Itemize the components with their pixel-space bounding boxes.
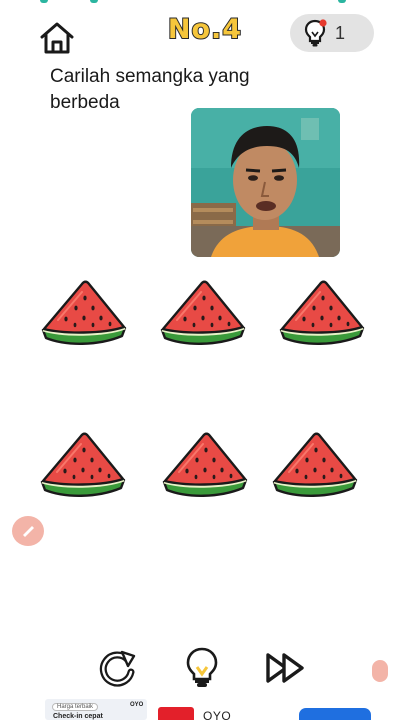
watermelon-icon <box>37 428 129 500</box>
watermelon-icon <box>276 276 368 348</box>
status-bar-remnant <box>0 0 405 4</box>
lightbulb-icon <box>304 19 327 47</box>
watermelon-icon <box>159 428 251 500</box>
watermelon-slice-3[interactable] <box>276 276 368 348</box>
lightbulb-icon <box>186 647 218 687</box>
ad-badge: Harga terbaik <box>52 703 99 711</box>
level-title: No.4 <box>167 13 243 46</box>
home-button[interactable] <box>38 20 76 56</box>
watermelon-icon <box>157 276 249 348</box>
hint-count: 1 <box>335 23 346 43</box>
ad-card-brand: OYO <box>130 702 144 708</box>
floating-side-bubble[interactable] <box>372 660 388 682</box>
restart-icon <box>99 650 136 687</box>
ad-logo <box>158 707 194 720</box>
pencil-icon <box>23 526 34 537</box>
webcam-overlay <box>191 108 340 257</box>
hint-button[interactable] <box>181 646 223 690</box>
question-line-1: Carilah semangka yang <box>50 66 250 87</box>
watermelon-icon <box>38 276 130 348</box>
floating-edit-bubble[interactable] <box>12 516 44 546</box>
hint-counter-button[interactable]: 1 <box>290 14 374 52</box>
watermelon-slice-6[interactable] <box>269 428 361 500</box>
ad-brand-name: OYO <box>203 709 232 720</box>
webcam-person-image <box>191 108 340 257</box>
watermelon-slice-4[interactable] <box>37 428 129 500</box>
ad-cta-button[interactable] <box>299 708 371 720</box>
skip-button[interactable] <box>264 646 308 690</box>
fast-forward-icon <box>266 653 304 683</box>
status-dot <box>40 0 48 3</box>
watermelon-icon <box>269 428 361 500</box>
home-icon <box>40 22 74 54</box>
watermelon-slice-1[interactable] <box>38 276 130 348</box>
restart-button[interactable] <box>98 646 140 690</box>
ad-card-text: Check-in cepat <box>53 713 103 720</box>
watermelon-slice-2[interactable] <box>157 276 249 348</box>
status-dot <box>90 0 98 3</box>
watermelon-slice-5[interactable] <box>159 428 251 500</box>
status-dot <box>338 0 346 3</box>
